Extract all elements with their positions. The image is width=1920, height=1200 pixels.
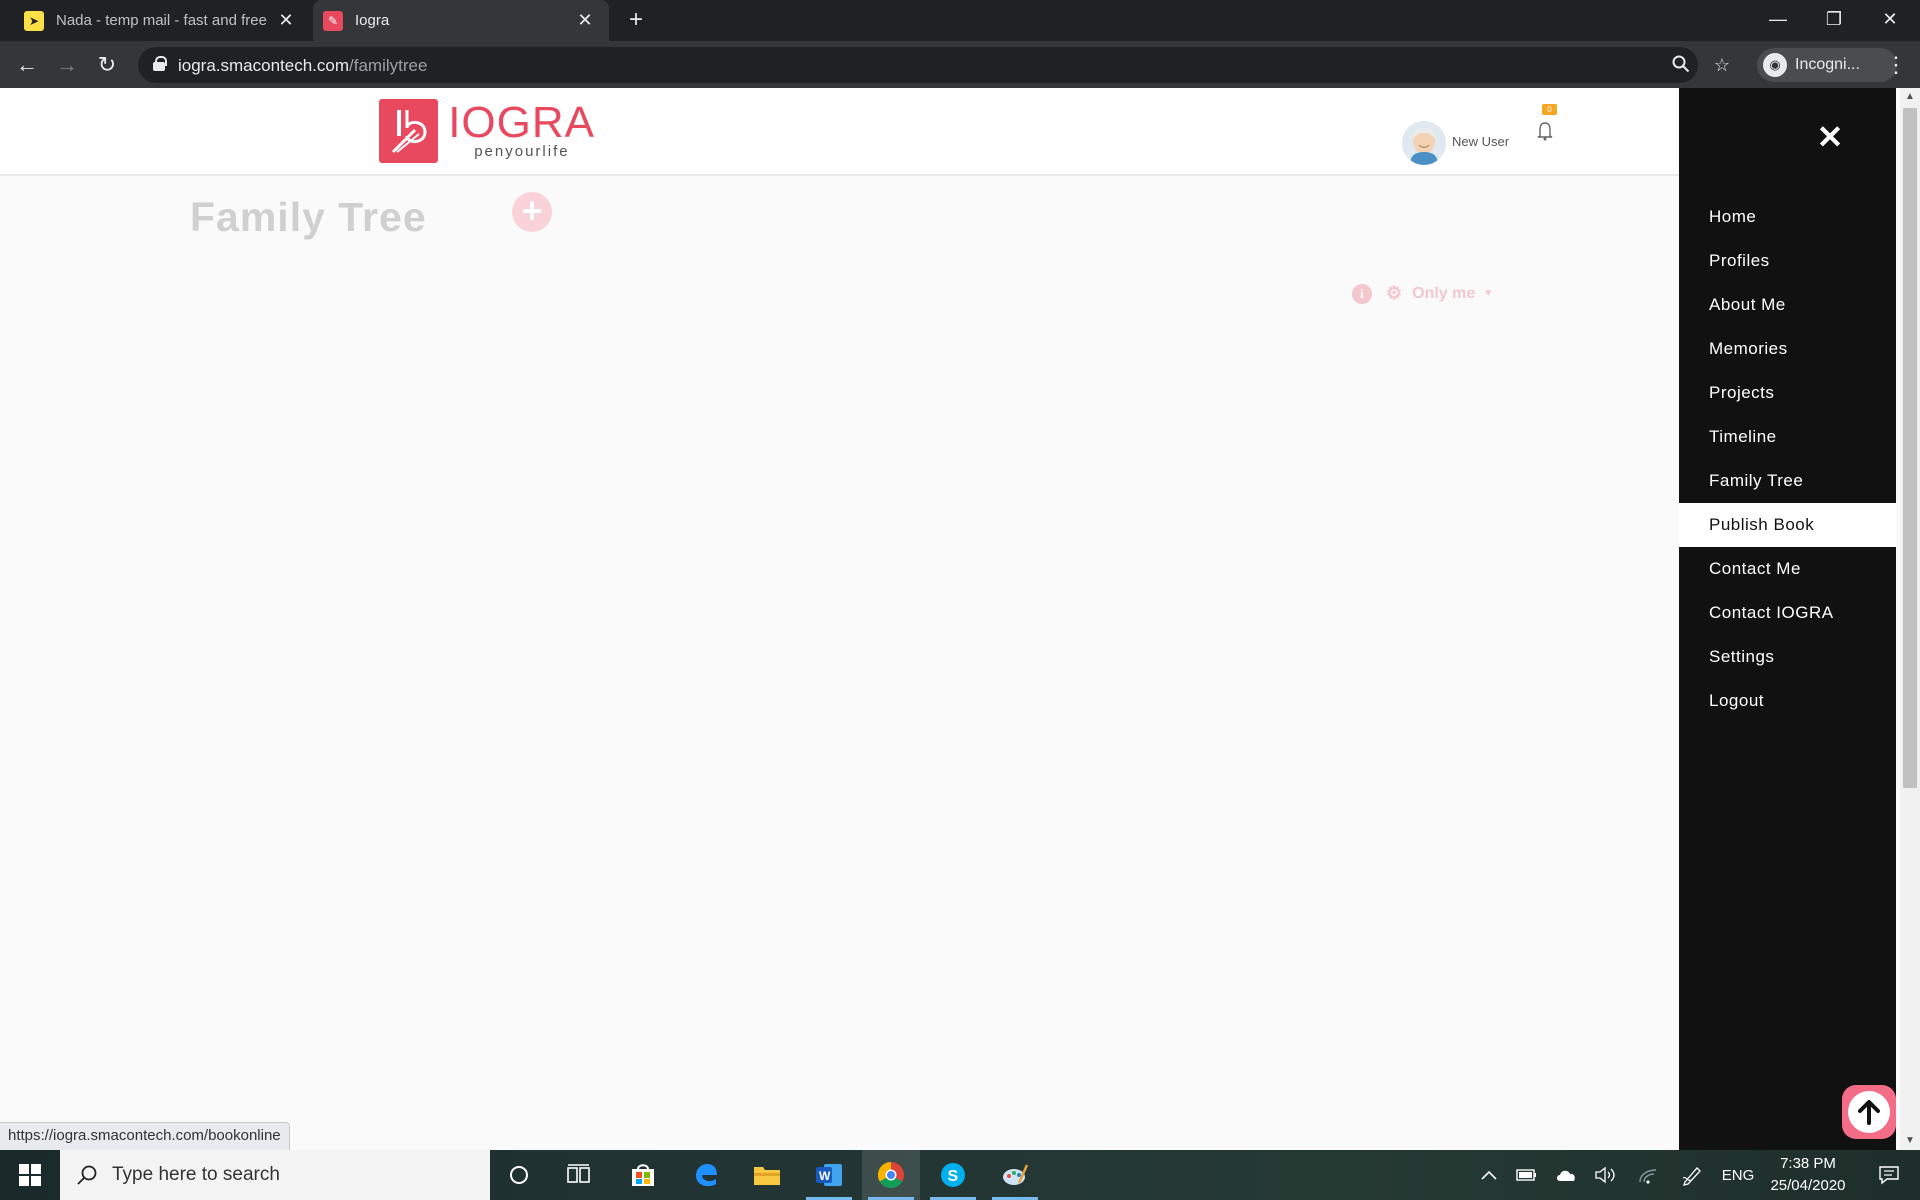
- tab-title: Iogra: [355, 12, 390, 29]
- menu-item-contact-iogra[interactable]: Contact IOGRA: [1679, 591, 1896, 635]
- file-explorer-icon[interactable]: [738, 1150, 796, 1200]
- taskbar-clock[interactable]: 7:38 PM 25/04/2020: [1758, 1150, 1858, 1200]
- browser-tab-iogra[interactable]: ✎ Iogra ✕: [313, 0, 609, 41]
- paper-plane-icon: ➤: [24, 10, 44, 31]
- scroll-down-icon[interactable]: ▼: [1900, 1132, 1920, 1150]
- browser-toolbar: ← → ↻ iogra.smacontech.com/familytree ☆ …: [0, 41, 1920, 88]
- cortana-icon[interactable]: [490, 1150, 548, 1200]
- incognito-profile-button[interactable]: ◉ Incogni...: [1757, 48, 1897, 82]
- bookmark-star-icon[interactable]: ☆: [1711, 54, 1733, 76]
- page-title: Family Tree: [190, 194, 427, 240]
- menu-item-family-tree[interactable]: Family Tree: [1679, 459, 1896, 503]
- incognito-icon: ◉: [1763, 53, 1787, 77]
- forward-icon[interactable]: →: [52, 50, 82, 80]
- minimize-icon[interactable]: —: [1750, 0, 1806, 41]
- clock-time: 7:38 PM: [1780, 1155, 1836, 1172]
- chevron-down-icon: ▼: [1483, 288, 1494, 299]
- browser-tab-nada[interactable]: ➤ Nada - temp mail - fast and free ✕: [0, 0, 310, 41]
- taskbar-search-box[interactable]: Type here to search: [60, 1150, 490, 1200]
- url-text: iogra.smacontech.com/familytree: [178, 56, 427, 76]
- user-name[interactable]: New User: [1452, 134, 1509, 149]
- browser-tab-bar: ➤ Nada - temp mail - fast and free ✕ ✎ I…: [0, 0, 1920, 41]
- paint-icon[interactable]: [986, 1150, 1044, 1200]
- pen-logo-icon: [379, 99, 439, 163]
- info-icon[interactable]: i: [1352, 283, 1372, 304]
- privacy-label: Only me: [1412, 284, 1476, 302]
- microsoft-store-icon[interactable]: [614, 1150, 672, 1200]
- show-hidden-icons-chevron-icon[interactable]: [1474, 1150, 1504, 1200]
- tab-title: Nada - temp mail - fast and free: [56, 12, 267, 29]
- chrome-icon[interactable]: [862, 1150, 920, 1200]
- close-icon[interactable]: ✕: [272, 10, 300, 31]
- menu-item-memories[interactable]: Memories: [1679, 327, 1896, 371]
- battery-icon[interactable]: [1512, 1150, 1542, 1200]
- logo-wordmark: IOGRA penyourlife: [448, 97, 595, 160]
- notification-bell-icon[interactable]: [1530, 112, 1560, 142]
- address-bar[interactable]: iogra.smacontech.com/familytree: [138, 47, 1698, 83]
- side-menu-list: Home Profiles About Me Memories Projects…: [1679, 195, 1896, 723]
- url-host: iogra.smacontech.com: [178, 56, 350, 75]
- menu-item-publish-book[interactable]: Publish Book: [1679, 503, 1896, 547]
- url-path: /familytree: [349, 56, 428, 75]
- windows-start-icon[interactable]: [0, 1150, 60, 1200]
- menu-item-timeline[interactable]: Timeline: [1679, 415, 1896, 459]
- page-viewport: IOGRA penyourlife New User 0 Family Tree…: [0, 88, 1900, 1150]
- edge-icon[interactable]: [677, 1150, 735, 1200]
- iogra-favicon-icon: ✎: [323, 10, 343, 31]
- gear-icon: ⚙: [1386, 283, 1403, 303]
- close-icon[interactable]: ✕: [571, 10, 599, 31]
- privacy-selector[interactable]: i ⚙ Only me ▼: [1352, 283, 1493, 304]
- reload-icon[interactable]: ↻: [92, 50, 122, 80]
- search-placeholder: Type here to search: [112, 1164, 280, 1185]
- wifi-icon[interactable]: [1633, 1150, 1663, 1200]
- scrollbar-thumb[interactable]: [1903, 108, 1917, 788]
- language-indicator[interactable]: ENG: [1720, 1150, 1756, 1200]
- action-center-icon[interactable]: [1864, 1150, 1914, 1200]
- svg-text:S: S: [948, 1168, 959, 1185]
- menu-close-icon[interactable]: ✕: [1815, 121, 1845, 153]
- menu-item-logout[interactable]: Logout: [1679, 679, 1896, 723]
- menu-item-contact-me[interactable]: Contact Me: [1679, 547, 1896, 591]
- back-icon[interactable]: ←: [12, 50, 42, 80]
- link-status-url: https://iogra.smacontech.com/bookonline: [0, 1122, 290, 1150]
- chrome-menu-icon[interactable]: ⋮: [1885, 50, 1907, 80]
- logo-name: IOGRA: [448, 97, 595, 147]
- pen-ink-icon[interactable]: [1677, 1150, 1707, 1200]
- skype-icon[interactable]: S: [924, 1150, 982, 1200]
- task-view-icon[interactable]: [550, 1150, 608, 1200]
- svg-text:W: W: [819, 1169, 831, 1183]
- arrow-up-icon: [1848, 1091, 1890, 1133]
- scroll-up-icon[interactable]: ▲: [1900, 88, 1920, 106]
- word-icon[interactable]: W: [800, 1150, 858, 1200]
- site-header: IOGRA penyourlife New User 0: [0, 88, 1680, 176]
- logo-tagline: penyourlife: [474, 142, 570, 160]
- window-close-icon[interactable]: ✕: [1862, 0, 1918, 41]
- menu-item-settings[interactable]: Settings: [1679, 635, 1896, 679]
- search-icon: [76, 1164, 98, 1186]
- notification-count-badge: 0: [1542, 104, 1557, 115]
- side-menu: ✕ Home Profiles About Me Memories Projec…: [1679, 88, 1896, 1150]
- windows-taskbar: Type here to search W S ENG 7:38 PM 25/0…: [0, 1150, 1920, 1200]
- iogra-logo[interactable]: IOGRA penyourlife: [379, 98, 595, 164]
- zoom-icon[interactable]: [1670, 55, 1692, 77]
- new-tab-button[interactable]: +: [622, 6, 650, 34]
- lock-icon[interactable]: [153, 56, 167, 71]
- avatar[interactable]: [1402, 121, 1446, 165]
- profile-label: Incogni...: [1795, 56, 1860, 73]
- clock-date: 25/04/2020: [1770, 1177, 1846, 1194]
- volume-icon[interactable]: [1590, 1150, 1620, 1200]
- onedrive-cloud-icon[interactable]: [1551, 1150, 1581, 1200]
- page-scrollbar[interactable]: ▲ ▼: [1900, 88, 1920, 1150]
- menu-item-home[interactable]: Home: [1679, 195, 1896, 239]
- back-to-top-button[interactable]: [1842, 1085, 1896, 1139]
- restore-icon[interactable]: ❐: [1806, 0, 1862, 41]
- menu-item-profiles[interactable]: Profiles: [1679, 239, 1896, 283]
- add-family-member-button[interactable]: +: [512, 192, 552, 232]
- menu-item-about-me[interactable]: About Me: [1679, 283, 1896, 327]
- menu-item-projects[interactable]: Projects: [1679, 371, 1896, 415]
